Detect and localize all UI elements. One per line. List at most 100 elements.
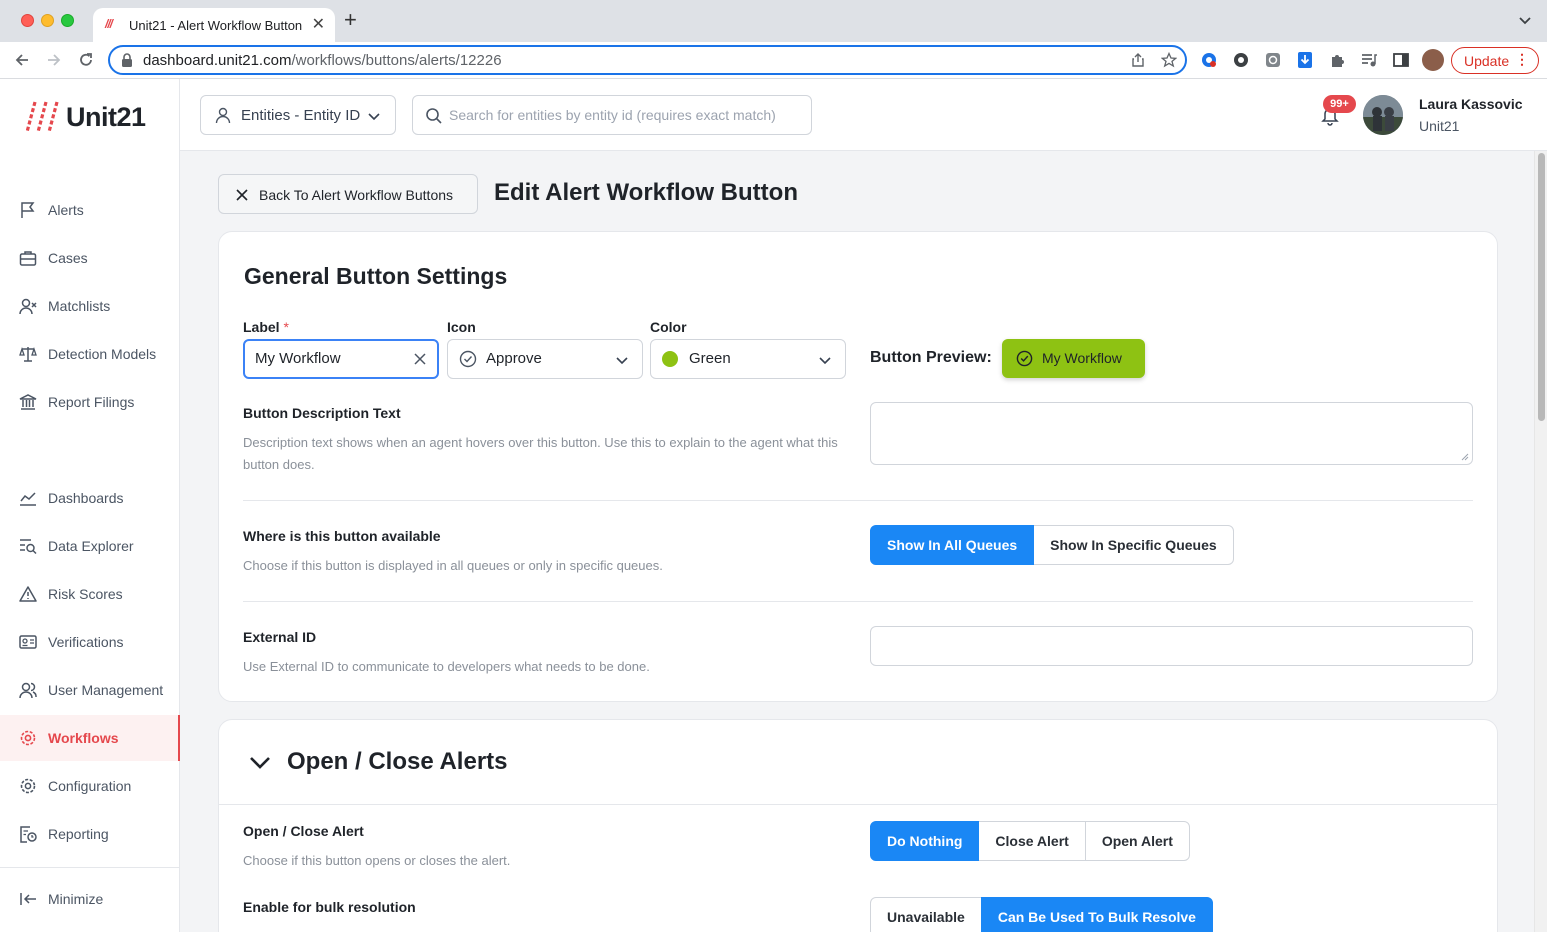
- bulk-resolve-option[interactable]: Can Be Used To Bulk Resolve: [980, 897, 1213, 932]
- puzzle-extensions-icon[interactable]: [1328, 51, 1346, 69]
- new-tab-icon[interactable]: +: [344, 9, 357, 31]
- id-card-icon: [19, 635, 37, 649]
- report-clock-icon: [20, 826, 37, 843]
- search-icon: [426, 108, 442, 124]
- gear-extension-icon[interactable]: [1232, 51, 1250, 69]
- download-extension-icon[interactable]: [1296, 51, 1314, 69]
- sidebar-item-matchlists[interactable]: Matchlists: [0, 283, 180, 329]
- check-circle-icon: [1016, 350, 1033, 367]
- sidebar: Unit21 Alerts Cases Matchlists Detection…: [0, 79, 180, 932]
- entity-type-select[interactable]: Entities - Entity ID: [200, 95, 396, 135]
- close-alert-option[interactable]: Close Alert: [978, 821, 1086, 861]
- sidebar-item-label: Reporting: [48, 826, 109, 842]
- open-close-title: Open / Close Alerts: [287, 748, 508, 775]
- user-name[interactable]: Laura Kassovic: [1419, 96, 1523, 112]
- sidebar-item-label: User Management: [48, 682, 164, 698]
- window-zoom-button[interactable]: [61, 14, 74, 27]
- sidebar-item-configuration[interactable]: Configuration: [0, 763, 180, 809]
- button-preview: My Workflow: [1002, 339, 1145, 378]
- do-nothing-option[interactable]: Do Nothing: [870, 821, 980, 861]
- tab-search-chevron-icon[interactable]: [1517, 12, 1533, 28]
- external-id-input[interactable]: [870, 626, 1473, 666]
- sidebar-item-user-management[interactable]: User Management: [0, 667, 180, 713]
- search-input[interactable]: [449, 104, 799, 126]
- clear-input-icon[interactable]: [413, 352, 427, 366]
- main-content: Back To Alert Workflow Buttons Edit Aler…: [180, 151, 1534, 932]
- profile-avatar-icon[interactable]: [1422, 49, 1444, 71]
- availability-label: Where is this button available: [243, 528, 441, 544]
- window-minimize-button[interactable]: [41, 14, 54, 27]
- back-button-label: Back To Alert Workflow Buttons: [259, 187, 454, 203]
- show-in-specific-queues-option[interactable]: Show In Specific Queues: [1033, 525, 1234, 565]
- tab-close-icon[interactable]: ✕: [312, 14, 325, 34]
- browser-tabbar: /// Unit21 - Alert Workflow Button ✕ +: [0, 0, 1547, 42]
- minimize-sidebar-button[interactable]: Minimize: [0, 876, 180, 922]
- address-bar[interactable]: dashboard.unit21.com/workflows/buttons/a…: [108, 45, 1187, 75]
- external-id-label: External ID: [243, 629, 317, 645]
- sidebar-item-reporting[interactable]: Reporting: [0, 811, 180, 857]
- section-divider: [219, 804, 1497, 805]
- window-close-button[interactable]: [21, 14, 34, 27]
- sidebar-item-verifications[interactable]: Verifications: [0, 619, 180, 665]
- users-icon: [19, 682, 37, 699]
- lock-icon: [122, 53, 132, 67]
- general-settings-card: General Button Settings Label * My Workf…: [218, 231, 1498, 702]
- collapse-left-icon: [20, 893, 36, 905]
- sidebar-item-dashboards[interactable]: Dashboards: [0, 475, 180, 521]
- color-select[interactable]: Green: [650, 339, 846, 379]
- scale-icon: [19, 346, 37, 362]
- availability-help: Choose if this button is displayed in al…: [243, 558, 663, 573]
- browser-tab[interactable]: /// Unit21 - Alert Workflow Button ✕: [93, 8, 335, 42]
- sidebar-item-label: Data Explorer: [48, 538, 134, 554]
- label-input[interactable]: My Workflow: [243, 339, 439, 379]
- chevron-down-icon[interactable]: [248, 753, 272, 771]
- share-icon[interactable]: [1130, 52, 1146, 68]
- avatar-photo-icon: [1363, 95, 1403, 135]
- chevron-down-icon: [616, 357, 628, 365]
- entity-search: [412, 95, 812, 135]
- user-avatar[interactable]: [1363, 95, 1403, 135]
- side-panel-icon[interactable]: [1392, 51, 1410, 69]
- open-close-alerts-card: Open / Close Alerts Open / Close Alert C…: [218, 719, 1498, 932]
- open-close-alert-label: Open / Close Alert: [243, 823, 364, 839]
- shield-extension-icon[interactable]: [1264, 51, 1282, 69]
- scrollbar-thumb[interactable]: [1538, 153, 1545, 421]
- chevron-down-icon: [819, 357, 831, 365]
- description-textarea[interactable]: [870, 402, 1473, 465]
- logo-wordmark: Unit21: [66, 102, 146, 132]
- sidebar-item-label: Dashboards: [48, 490, 124, 506]
- warning-icon: [19, 586, 37, 602]
- close-icon: [236, 189, 248, 201]
- sidebar-item-label: Configuration: [48, 778, 132, 794]
- color-select-value: Green: [689, 350, 731, 367]
- password-key-extension-icon[interactable]: [1200, 51, 1218, 69]
- button-preview-label: Button Preview:: [870, 349, 992, 366]
- section-divider: [243, 500, 1473, 501]
- flag-icon: [21, 202, 35, 218]
- main-scrollbar[interactable]: [1534, 151, 1547, 932]
- media-queue-icon[interactable]: [1360, 51, 1378, 69]
- sidebar-item-alerts[interactable]: Alerts: [0, 187, 180, 233]
- forward-arrow-icon[interactable]: [45, 51, 63, 69]
- back-arrow-icon[interactable]: [13, 51, 31, 69]
- resize-grip-icon[interactable]: [1461, 453, 1469, 461]
- icon-select[interactable]: Approve: [447, 339, 643, 379]
- sidebar-item-data-explorer[interactable]: Data Explorer: [0, 523, 180, 569]
- unavailable-option[interactable]: Unavailable: [870, 897, 982, 932]
- sidebar-item-detection-models[interactable]: Detection Models: [0, 331, 180, 377]
- browser-update-button[interactable]: Update ⋮: [1451, 47, 1539, 74]
- availability-toggle: Show In All Queues Show In Specific Queu…: [870, 525, 1234, 565]
- sidebar-item-label: Workflows: [48, 730, 119, 746]
- bookmark-star-icon[interactable]: [1161, 52, 1177, 68]
- sidebar-item-cases[interactable]: Cases: [0, 235, 180, 281]
- sidebar-item-workflows[interactable]: Workflows: [0, 715, 180, 761]
- back-to-buttons-button[interactable]: Back To Alert Workflow Buttons: [218, 174, 478, 214]
- reload-icon[interactable]: [77, 51, 95, 69]
- show-in-all-queues-option[interactable]: Show In All Queues: [870, 525, 1035, 565]
- sidebar-item-report-filings[interactable]: Report Filings: [0, 379, 180, 425]
- open-alert-option[interactable]: Open Alert: [1084, 821, 1190, 861]
- gear-icon: [20, 778, 36, 794]
- notification-badge: 99+: [1323, 95, 1356, 113]
- sidebar-item-label: Matchlists: [48, 298, 111, 314]
- sidebar-item-risk-scores[interactable]: Risk Scores: [0, 571, 180, 617]
